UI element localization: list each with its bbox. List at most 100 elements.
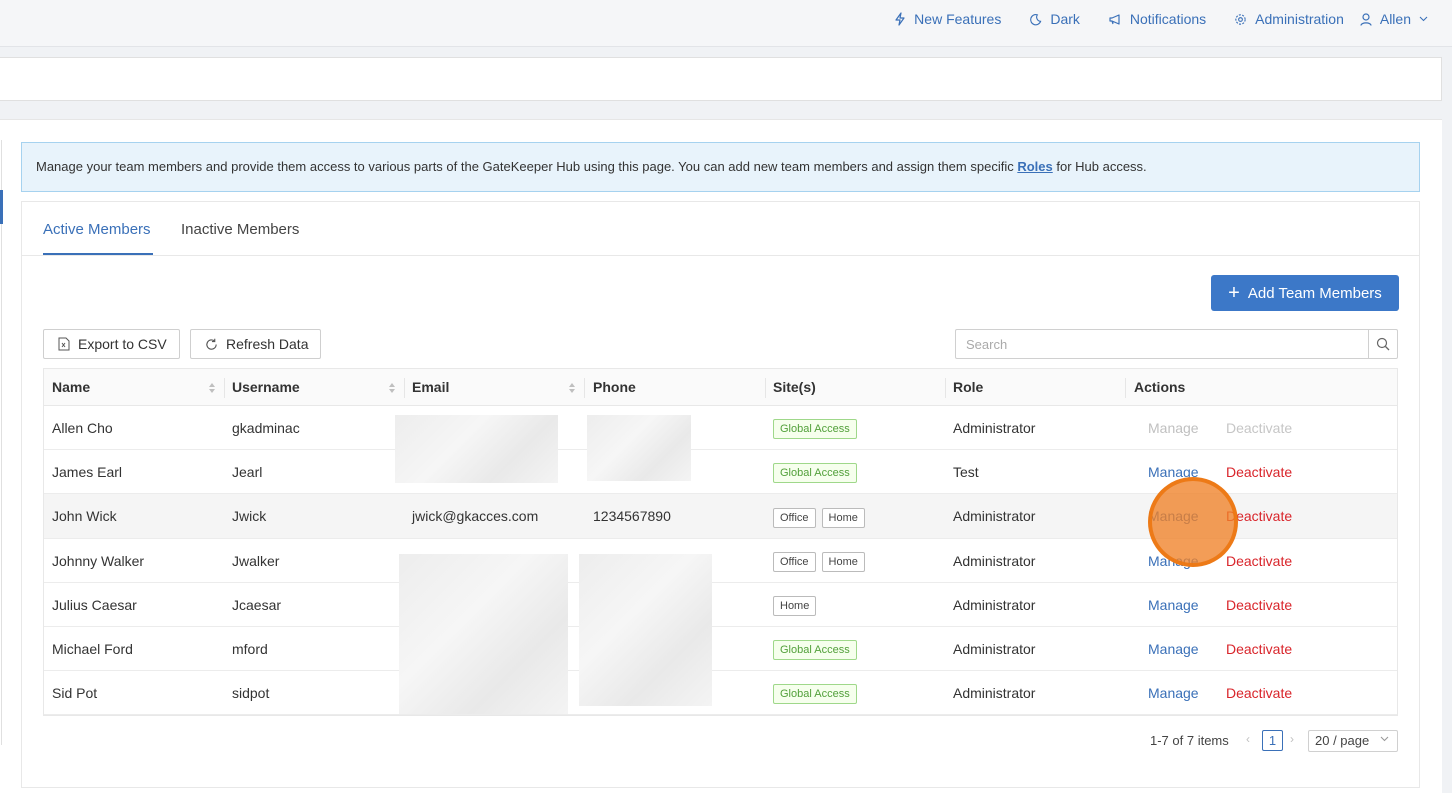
site-tag: Global Access: [773, 684, 857, 705]
table-row: Allen Cho gkadminac Global Access Admini…: [44, 406, 1397, 451]
tab-active-members[interactable]: Active Members: [43, 221, 151, 238]
table-row: Johnny Walker Jwalker Office Home Adminis…: [44, 539, 1397, 583]
cell-username: mford: [232, 640, 268, 657]
deactivate-button[interactable]: Deactivate: [1226, 671, 1292, 715]
column-header-email[interactable]: Email: [404, 369, 584, 406]
user-name: Allen: [1379, 11, 1411, 27]
site-tag: Office: [773, 551, 816, 572]
cell-role: Administrator: [953, 685, 1036, 702]
export-csv-label: Export to CSV: [78, 336, 167, 352]
table-row: Julius Caesar Jcaesar Home Administrator…: [44, 583, 1397, 627]
manage-button[interactable]: Manage: [1148, 539, 1199, 583]
sort-icon: [569, 383, 575, 393]
refresh-data-button[interactable]: Refresh Data: [190, 329, 322, 359]
members-table: Name Username Email Phone Site(s) Role A…: [43, 368, 1398, 717]
deactivate-button[interactable]: Deactivate: [1226, 539, 1292, 583]
cell-name: Julius Caesar: [52, 596, 137, 613]
cell-email: jwick@gkacces.com: [412, 508, 539, 525]
column-header-phone: Phone: [593, 379, 636, 395]
table-row: Sid Pot sidpot Global Access Administrat…: [44, 671, 1397, 716]
megaphone-icon: [1109, 13, 1120, 25]
manage-button[interactable]: Manage: [1148, 494, 1199, 538]
cell-role: Administrator: [953, 420, 1036, 436]
deactivate-button[interactable]: Deactivate: [1226, 450, 1292, 494]
site-tag: Home: [773, 596, 817, 617]
site-tag: Home: [821, 551, 865, 572]
deactivate-button[interactable]: Deactivate: [1226, 494, 1292, 538]
next-page-icon[interactable]: ›: [1290, 732, 1294, 746]
site-tag: Global Access: [773, 640, 857, 661]
cell-name: Sid Pot: [52, 685, 98, 702]
top-nav: New Features Dark Notifications Administ…: [866, 0, 1436, 38]
info-text-after: for Hub access.: [1052, 159, 1147, 174]
prev-page-icon[interactable]: ‹: [1246, 732, 1250, 746]
deactivate-button[interactable]: Deactivate: [1226, 583, 1292, 627]
dark-mode-toggle[interactable]: Dark: [1029, 11, 1080, 27]
cell-sites: Global Access: [765, 627, 863, 671]
manage-button[interactable]: Manage: [1148, 450, 1199, 494]
cell-sites: Global Access: [765, 671, 863, 715]
manage-button[interactable]: Manage: [1148, 627, 1199, 671]
plus-icon: +: [1228, 282, 1240, 304]
user-icon: [1360, 12, 1372, 26]
administration-link[interactable]: Administration: [1234, 11, 1344, 27]
manage-button[interactable]: Manage: [1148, 583, 1199, 627]
cell-username: gkadminac: [232, 420, 300, 436]
search-icon: [1376, 337, 1390, 351]
export-csv-button[interactable]: Export to CSV: [43, 329, 180, 359]
cell-role: Administrator: [953, 508, 1036, 525]
dark-label: Dark: [1050, 11, 1080, 27]
sidebar-active-indicator: [0, 190, 3, 224]
cell-role: Administrator: [953, 640, 1036, 657]
members-card: Active Members Inactive Members + Add Te…: [21, 201, 1420, 788]
manage-button[interactable]: Manage: [1148, 671, 1199, 715]
site-tag: Global Access: [773, 419, 857, 440]
active-tab-indicator: [43, 253, 153, 255]
column-header-actions: Actions: [1134, 379, 1186, 395]
site-tag: Global Access: [773, 463, 857, 484]
cell-role: Test: [953, 464, 979, 481]
member-tabs: Active Members Inactive Members: [22, 202, 1419, 256]
administration-label: Administration: [1255, 11, 1344, 27]
cell-sites: Office Home: [765, 539, 871, 583]
search-input[interactable]: [956, 330, 1369, 358]
cell-phone: 1234567890: [593, 508, 671, 525]
notifications-link[interactable]: Notifications: [1108, 11, 1206, 27]
new-features-label: New Features: [914, 11, 1002, 27]
column-header-name[interactable]: Name: [44, 369, 224, 406]
gear-icon: [1235, 13, 1246, 25]
user-menu[interactable]: Allen: [1360, 11, 1436, 27]
cell-name: Johnny Walker: [52, 552, 145, 569]
table-row: James Earl Jearl Global Access Test Mana…: [44, 450, 1397, 495]
sidebar-edge: [1, 140, 2, 745]
deactivate-button[interactable]: Deactivate: [1226, 627, 1292, 671]
search-box: [955, 329, 1398, 359]
redacted-email-block: [399, 554, 568, 714]
redacted-phone-block: [579, 554, 712, 706]
page-size-select[interactable]: 20 / page: [1308, 730, 1398, 752]
pagination: 1-7 of 7 items ‹ 1 › 20 / page: [22, 729, 1399, 753]
pagination-total: 1-7 of 7 items: [1150, 733, 1229, 748]
table-row: John Wick Jwick jwick@gkacces.com 123456…: [44, 494, 1397, 539]
page-size-value: 20 / page: [1315, 733, 1370, 748]
tab-inactive-members[interactable]: Inactive Members: [181, 221, 299, 238]
table-row: Michael Ford mford Global Access Adminis…: [44, 627, 1397, 672]
table-header: Name Username Email Phone Site(s) Role A…: [44, 369, 1397, 406]
site-tag: Home: [821, 507, 865, 528]
top-bar: New Features Dark Notifications Administ…: [0, 0, 1452, 47]
column-header-username[interactable]: Username: [224, 369, 404, 406]
search-button[interactable]: [1368, 330, 1397, 358]
roles-link[interactable]: Roles: [1017, 159, 1052, 174]
column-header-sites: Site(s): [773, 379, 816, 395]
info-text-before: Manage your team members and provide the…: [36, 159, 1018, 174]
cell-sites: Home: [765, 583, 822, 627]
cell-sites: Office Home: [765, 494, 871, 538]
add-team-members-label: Add Team Members: [1247, 284, 1382, 302]
deactivate-button: Deactivate: [1226, 420, 1293, 436]
page-button[interactable]: 1: [1262, 730, 1283, 751]
cell-username: Jearl: [232, 464, 263, 481]
chevron-down-icon: [1380, 736, 1389, 742]
new-features-link[interactable]: New Features: [894, 11, 1001, 27]
chevron-down-icon: [1419, 16, 1428, 22]
add-team-members-button[interactable]: + Add Team Members: [1211, 275, 1399, 311]
